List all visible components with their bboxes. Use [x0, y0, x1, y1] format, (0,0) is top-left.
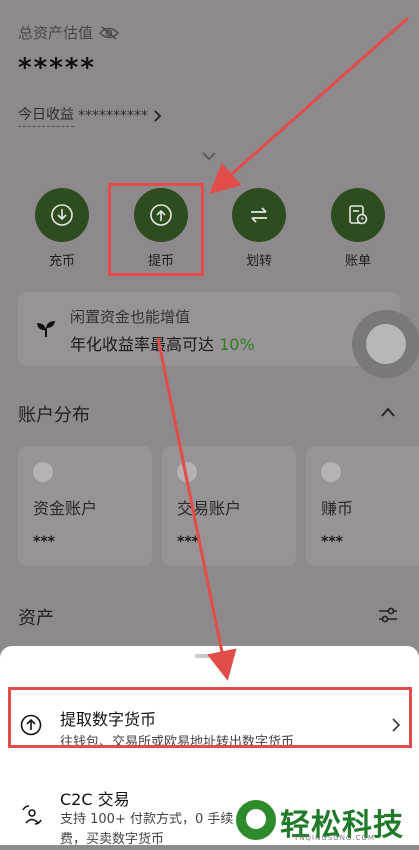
promo-rate: 10% [219, 335, 255, 354]
watermark: 轻松科技 YNQINGSONG.COM [236, 798, 419, 845]
earn-icon [321, 462, 341, 482]
bill-icon [349, 205, 368, 225]
assets-section-title: 资产 [18, 608, 54, 629]
chevron-right-icon [154, 109, 162, 122]
deposit-label: 充币 [48, 254, 75, 269]
chevron-down-icon[interactable] [201, 150, 217, 162]
floating-assistive-button[interactable] [352, 310, 419, 378]
account-name: 赚币 [321, 499, 354, 518]
account-name: 资金账户 [33, 499, 98, 518]
wallet-page: 总资产估值 ***** 今日收益 ********** 充币 提币 划转 账单 … [0, 0, 419, 847]
sheet-drag-handle[interactable] [195, 654, 225, 658]
total-assets-label-text: 总资产估值 [18, 24, 94, 42]
bill-button[interactable]: 账单 [328, 188, 388, 269]
promo-title: 闲置资金也能增值 [70, 308, 191, 326]
funding-account-card[interactable]: 资金账户 *** [18, 446, 152, 566]
account-value: *** [177, 534, 199, 550]
promo-text-main: 年化收益率最高可达 [70, 335, 215, 354]
watermark-logo [236, 800, 276, 840]
sprout-icon [37, 321, 55, 337]
chevron-up-icon[interactable] [380, 406, 396, 418]
wallet-icon [33, 462, 53, 482]
account-value: *** [321, 534, 343, 550]
hide-eye-icon[interactable] [99, 25, 120, 40]
withdraw-option-highlight-box [8, 687, 412, 748]
today-earnings-value: ********** [78, 107, 148, 124]
watermark-subtext: YNQINGSONG.COM [294, 834, 376, 842]
withdraw-highlight-box [108, 183, 204, 276]
account-value: *** [33, 534, 55, 550]
account-name: 交易账户 [177, 499, 242, 518]
filter-settings-icon[interactable] [377, 605, 399, 625]
deposit-button[interactable]: 充币 [32, 188, 92, 269]
promo-text: 年化收益率最高可达 10% [70, 331, 255, 355]
arrow-to-withdraw [209, 16, 409, 194]
today-earnings[interactable]: 今日收益 ********** [18, 104, 162, 127]
earn-account-card[interactable]: 赚币 *** [306, 446, 419, 566]
earn-promo-banner[interactable]: 闲置资金也能增值 年化收益率最高可达 10% [18, 292, 400, 366]
c2c-people-icon [22, 805, 42, 825]
transfer-button[interactable]: 划转 [229, 188, 289, 269]
c2c-title[interactable]: C2C 交易 [60, 786, 130, 810]
trading-account-card[interactable]: 交易账户 *** [162, 446, 296, 566]
transfer-icon [251, 207, 267, 223]
total-assets-value: ***** [18, 53, 96, 83]
transfer-label: 划转 [245, 254, 272, 269]
total-assets-label: 总资产估值 [18, 22, 120, 43]
accounts-section-title: 账户分布 [18, 405, 90, 426]
deposit-icon [51, 204, 73, 226]
exchange-icon [177, 462, 197, 482]
c2c-subtitle: 支持 100+ 付款方式，0 手续费，买卖数字货币 [60, 812, 234, 847]
bill-label: 账单 [344, 254, 371, 269]
today-earnings-label: 今日收益 [18, 104, 74, 127]
